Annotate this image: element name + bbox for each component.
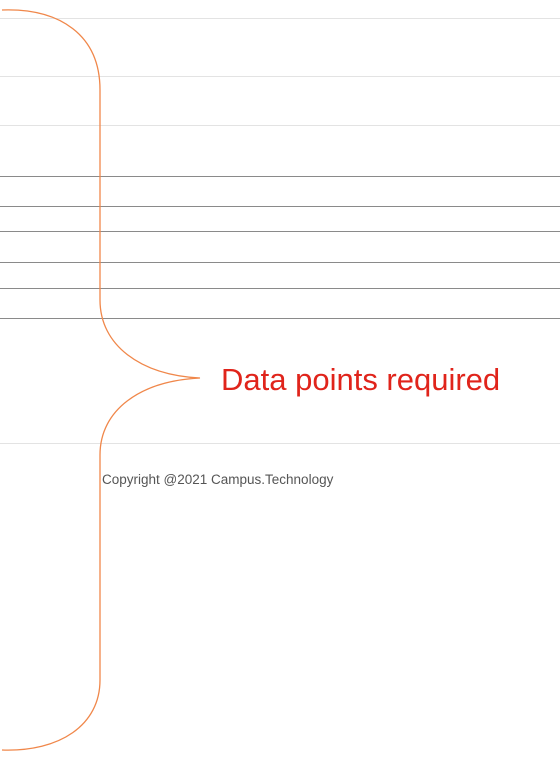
table-row-line [0,176,560,177]
table-row-line [0,318,560,319]
footer-copyright: Copyright @2021 Campus.Technology [102,472,334,487]
separator-line [0,18,560,19]
brace-path [1,9,201,751]
table-row-line [0,288,560,289]
separator-line [0,76,560,77]
separator-line [0,125,560,126]
table-row-line [0,206,560,207]
footer-divider [0,443,560,444]
annotation-callout-text: Data points required [221,362,501,397]
table-row-line [0,231,560,232]
table-row-line [0,262,560,263]
